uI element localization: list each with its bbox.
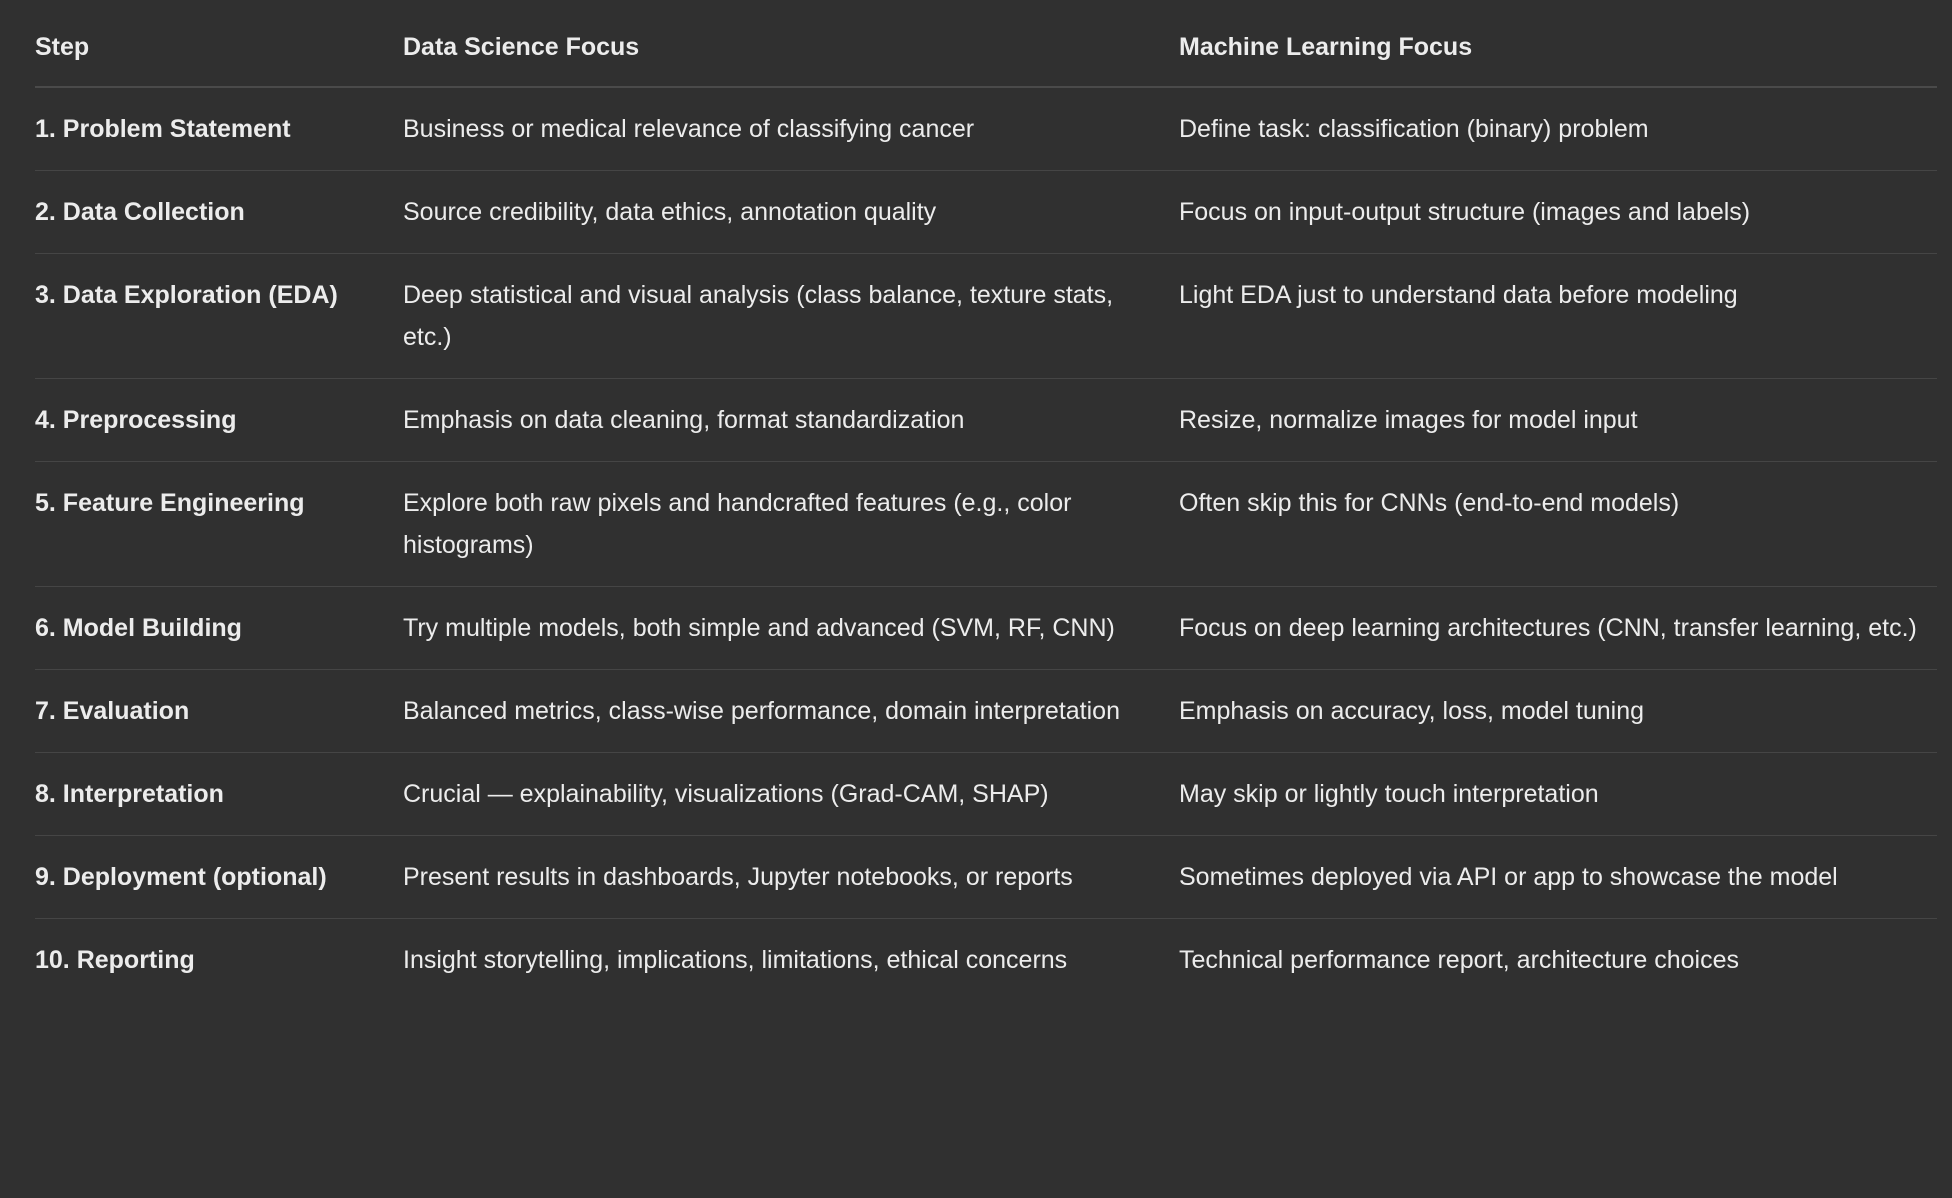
data-science-cell: Crucial — explainability, visualizations… [403,752,1179,836]
machine-learning-cell: May skip or lightly touch interpretation [1179,752,1937,836]
machine-learning-cell: Sometimes deployed via API or app to sho… [1179,835,1937,919]
header-machine-learning: Machine Learning Focus [1179,0,1937,88]
table-row: 10. Reporting Insight storytelling, impli… [35,919,1937,1002]
table-row: 1. Problem Statement Business or medical … [35,87,1937,171]
data-science-cell: Emphasis on data cleaning, format standa… [403,378,1179,462]
data-science-cell: Present results in dashboards, Jupyter n… [403,835,1179,919]
data-science-cell: Balanced metrics, class-wise performance… [403,669,1179,753]
machine-learning-cell: Focus on input-output structure (images … [1179,170,1937,254]
data-science-cell: Source credibility, data ethics, annotat… [403,170,1179,254]
table-row: 3. Data Exploration (EDA) Deep statistica… [35,253,1937,379]
header-row: Step Data Science Focus Machine Learning… [35,0,1937,88]
data-science-cell: Deep statistical and visual analysis (cl… [403,253,1179,379]
step-cell: 4. Preprocessing [35,378,403,462]
data-science-cell: Try multiple models, both simple and adv… [403,586,1179,670]
machine-learning-cell: Light EDA just to understand data before… [1179,253,1937,379]
data-science-cell: Insight storytelling, implications, limi… [403,946,1068,974]
machine-learning-cell: Often skip this for CNNs (end-to-end mod… [1179,461,1937,587]
machine-learning-cell: Focus on deep learning architectures (CN… [1179,586,1937,670]
machine-learning-cell: Emphasis on accuracy, loss, model tuning [1179,669,1937,753]
comparison-table: Step Data Science Focus Machine Learning… [35,0,1937,1001]
step-cell: 10. Reporting [35,946,195,974]
table-row: 2. Data Collection Source credibility, da… [35,170,1937,254]
data-science-cell: Explore both raw pixels and handcrafted … [403,461,1179,587]
table-row: 8. Interpretation Crucial — explainabilit… [35,752,1937,836]
machine-learning-cell: Technical performance report, architectu… [1179,946,1739,974]
step-cell: 2. Data Collection [35,170,403,254]
step-cell: 6. Model Building [35,586,403,670]
table-row: 5. Feature Engineering Explore both raw p… [35,461,1937,587]
step-cell: 9. Deployment (optional) [35,835,403,919]
machine-learning-cell: Define task: classification (binary) pro… [1179,87,1937,171]
machine-learning-cell: Resize, normalize images for model input [1179,378,1937,462]
step-cell: 7. Evaluation [35,669,403,753]
header-step: Step [35,0,403,88]
header-data-science: Data Science Focus [403,0,1179,88]
table-row: 7. Evaluation Balanced metrics, class-wis… [35,669,1937,753]
table-row: 9. Deployment (optional) Present results … [35,835,1937,919]
step-cell: 1. Problem Statement [35,87,403,171]
step-cell: 5. Feature Engineering [35,461,403,587]
data-science-cell: Business or medical relevance of classif… [403,87,1179,171]
step-cell: 8. Interpretation [35,752,403,836]
table-row: 6. Model Building Try multiple models, bo… [35,586,1937,670]
table-row: 4. Preprocessing Emphasis on data cleanin… [35,378,1937,462]
step-cell: 3. Data Exploration (EDA) [35,253,403,379]
